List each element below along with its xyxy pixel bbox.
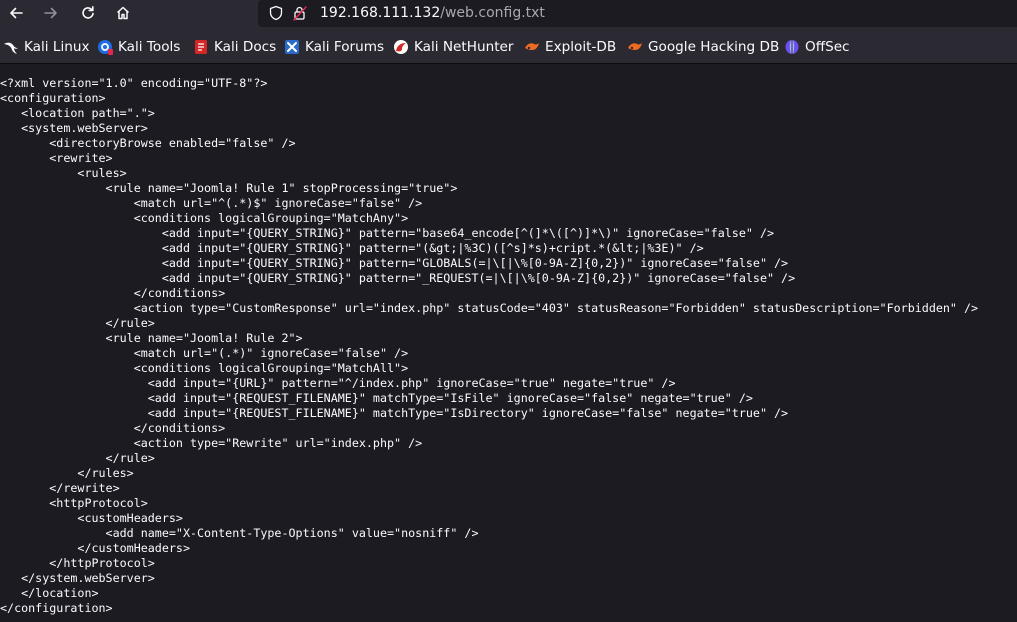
code-line: <match url="^(.*)$" ignoreCase="false" /… (0, 196, 423, 210)
bookmark-label: Kali Tools (118, 39, 181, 55)
code-line: </conditions> (0, 286, 226, 300)
bookmark-label: Google Hacking DB (648, 39, 780, 55)
code-line: <action type="Rewrite" url="index.php" /… (0, 436, 423, 450)
code-line: <add input="{REQUEST_FILENAME}" matchTyp… (0, 391, 753, 405)
bookmarks-toolbar: Kali Linux Kali Tools Kali Docs Kali For… (0, 28, 1017, 64)
code-line: <rules> (0, 166, 127, 180)
lock-warning-icon[interactable] (292, 5, 308, 21)
code-line: <httpProtocol> (0, 496, 148, 510)
bookmark-kali-tools[interactable]: Kali Tools (97, 37, 180, 57)
url-host: 192.168.111.132 (320, 5, 441, 21)
bookmark-label: Kali Docs (214, 39, 277, 55)
code-line: <add input="{URL}" pattern="^/index.php"… (0, 376, 676, 390)
bookmark-kali-linux[interactable]: Kali Linux (3, 37, 90, 57)
arrow-right-icon (44, 7, 57, 19)
home-icon (116, 6, 130, 20)
code-line: </rule> (0, 451, 155, 465)
code-line: </system.webServer> (0, 571, 155, 585)
shield-icon[interactable] (268, 5, 284, 21)
code-line: <?xml version="1.0" encoding="UTF-8"?> (0, 76, 268, 90)
offsec-icon (785, 40, 799, 54)
back-button[interactable] (1, 0, 31, 26)
page-content: <?xml version="1.0" encoding="UTF-8"?> <… (0, 65, 1017, 622)
code-line: <add input="{QUERY_STRING}" pattern="bas… (0, 226, 775, 240)
code-line: <conditions logicalGrouping="MatchAny"> (0, 211, 409, 225)
code-line: <add input="{QUERY_STRING}" pattern="GLO… (0, 256, 789, 270)
kali-docs-icon (195, 40, 207, 54)
reload-icon (82, 6, 94, 19)
bookmark-exploit-db[interactable]: Exploit-DB (524, 37, 616, 57)
code-line: <action type="CustomResponse" url="index… (0, 301, 979, 315)
home-button[interactable] (108, 0, 138, 26)
bookmark-label: Kali NetHunter (414, 39, 514, 55)
bookmark-offsec[interactable]: OffSec (784, 37, 850, 57)
code-line: </rewrite> (0, 481, 120, 495)
bookmark-label: OffSec (805, 39, 850, 55)
bookmark-google-hacking-db[interactable]: Google Hacking DB (627, 37, 779, 57)
code-line: <rewrite> (0, 151, 113, 165)
forward-button[interactable] (36, 0, 66, 26)
arrow-left-icon (10, 7, 23, 19)
code-line: <rule name="Joomla! Rule 1" stopProcessi… (0, 181, 458, 195)
bookmark-label: Kali Linux (24, 39, 90, 55)
url-text[interactable]: 192.168.111.132/web.config.txt (320, 4, 545, 22)
reload-button[interactable] (73, 0, 103, 26)
code-line: </rules> (0, 466, 134, 480)
code-line: </location> (0, 586, 99, 600)
kali-dragon-icon (4, 42, 18, 54)
code-line: <location path="."> (0, 106, 155, 120)
bookmark-label: Exploit-DB (545, 39, 617, 55)
bookmark-kali-forums[interactable]: Kali Forums (284, 37, 384, 57)
code-line: <conditions logicalGrouping="MatchAll"> (0, 361, 409, 375)
kali-forums-icon (285, 40, 299, 54)
code-line: <add input="{QUERY_STRING}" pattern="(&g… (0, 241, 704, 255)
code-line: <directoryBrowse enabled="false" /> (0, 136, 296, 150)
code-line: <match url="(.*)" ignoreCase="false" /> (0, 346, 409, 360)
code-line: <add name="X-Content-Type-Options" value… (0, 526, 479, 540)
code-line: </conditions> (0, 421, 226, 435)
url-path: /web.config.txt (440, 5, 545, 21)
code-line: <configuration> (0, 91, 106, 105)
navigation-toolbar: 192.168.111.132/web.config.txt (0, 0, 1017, 28)
code-line: </customHeaders> (0, 541, 190, 555)
code-line: </httpProtocol> (0, 556, 155, 570)
code-line: <rule name="Joomla! Rule 2"> (0, 331, 303, 345)
bookmark-kali-docs[interactable]: Kali Docs (193, 37, 276, 57)
bookmark-kali-nethunter[interactable]: Kali NetHunter (393, 37, 513, 57)
kali-nethunter-icon (394, 40, 408, 54)
code-line: <system.webServer> (0, 121, 148, 135)
code-line: <customHeaders> (0, 511, 183, 525)
url-bar[interactable]: 192.168.111.132/web.config.txt (258, 0, 1017, 27)
exploit-db-icon (628, 43, 642, 50)
bookmark-label: Kali Forums (305, 39, 385, 55)
code-line: </configuration> (0, 601, 113, 615)
code-line: </rule> (0, 316, 155, 330)
exploit-db-icon (525, 43, 539, 50)
code-line: <add input="{QUERY_STRING}" pattern="_RE… (0, 271, 796, 285)
xml-document: <?xml version="1.0" encoding="UTF-8"?> <… (0, 76, 978, 616)
kali-tools-icon (98, 40, 113, 55)
code-line: <add input="{REQUEST_FILENAME}" matchTyp… (0, 406, 789, 420)
